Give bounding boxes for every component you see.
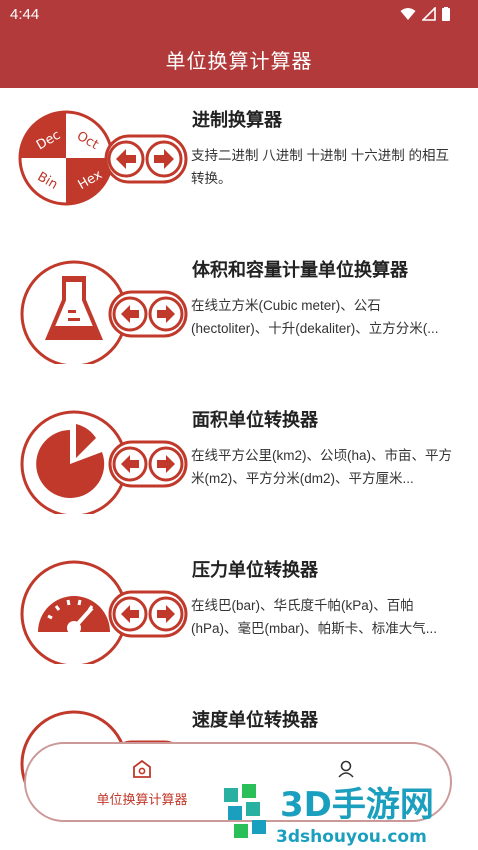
- item-title: 体积和容量计量单位换算器: [192, 260, 408, 280]
- item-title: 速度单位转换器: [192, 710, 318, 730]
- site-watermark: 3D手游网 3dshouyou.com: [224, 784, 434, 847]
- app-title: 单位换算计算器: [165, 50, 313, 73]
- home-icon: [133, 759, 151, 778]
- status-bar: 4:44: [0, 0, 478, 30]
- status-icons: [400, 7, 450, 21]
- item-description: 支持二进制 八进制 十进制 十六进制 的相互转换。: [191, 148, 450, 186]
- gauge-icon: [20, 560, 188, 664]
- list-item-base-converter[interactable]: Dec Oct Bin Hex 进制换算器 支持二进制 八进制 十进制 十六进制…: [0, 88, 478, 238]
- item-title: 压力单位转换器: [192, 560, 318, 580]
- item-description: 在线平方公里(km2)、公顷(ha)、市亩、平方米(m2)、平方分米(dm2)、…: [191, 448, 453, 486]
- list-item-pressure-converter[interactable]: 压力单位转换器 在线巴(bar)、华氏度千帕(kPa)、百帕(hPa)、毫巴(m…: [0, 538, 478, 688]
- item-description: 在线巴(bar)、华氏度千帕(kPa)、百帕(hPa)、毫巴(mbar)、帕斯卡…: [191, 598, 438, 636]
- list-item-area-converter[interactable]: 面积单位转换器 在线平方公里(km2)、公顷(ha)、市亩、平方米(m2)、平方…: [0, 388, 478, 538]
- nav-tab-home[interactable]: 单位换算计算器: [62, 758, 222, 810]
- watermark-logo-icon: [224, 784, 266, 838]
- battery-icon: [442, 7, 450, 21]
- item-description: 在线立方米(Cubic meter)、公石(hectoliter)、十升(dek…: [191, 298, 439, 336]
- watermark-brand: 3D手游网: [280, 785, 434, 825]
- pie-area-icon: [20, 410, 188, 514]
- signal-icon: [422, 7, 436, 21]
- flask-icon: [20, 260, 188, 364]
- base-converter-icon: Dec Oct Bin Hex: [18, 110, 188, 206]
- item-title: 面积单位转换器: [192, 410, 318, 430]
- watermark-url: 3dshouyou.com: [276, 827, 427, 847]
- app-bar: 单位换算计算器: [0, 30, 478, 88]
- nav-tab-home-label: 单位换算计算器: [96, 792, 188, 807]
- user-icon: [338, 760, 354, 778]
- status-time: 4:44: [10, 6, 40, 23]
- list-item-volume-converter[interactable]: 体积和容量计量单位换算器 在线立方米(Cubic meter)、公石(hecto…: [0, 238, 478, 388]
- item-title: 进制换算器: [192, 110, 282, 130]
- wifi-icon: [400, 8, 416, 20]
